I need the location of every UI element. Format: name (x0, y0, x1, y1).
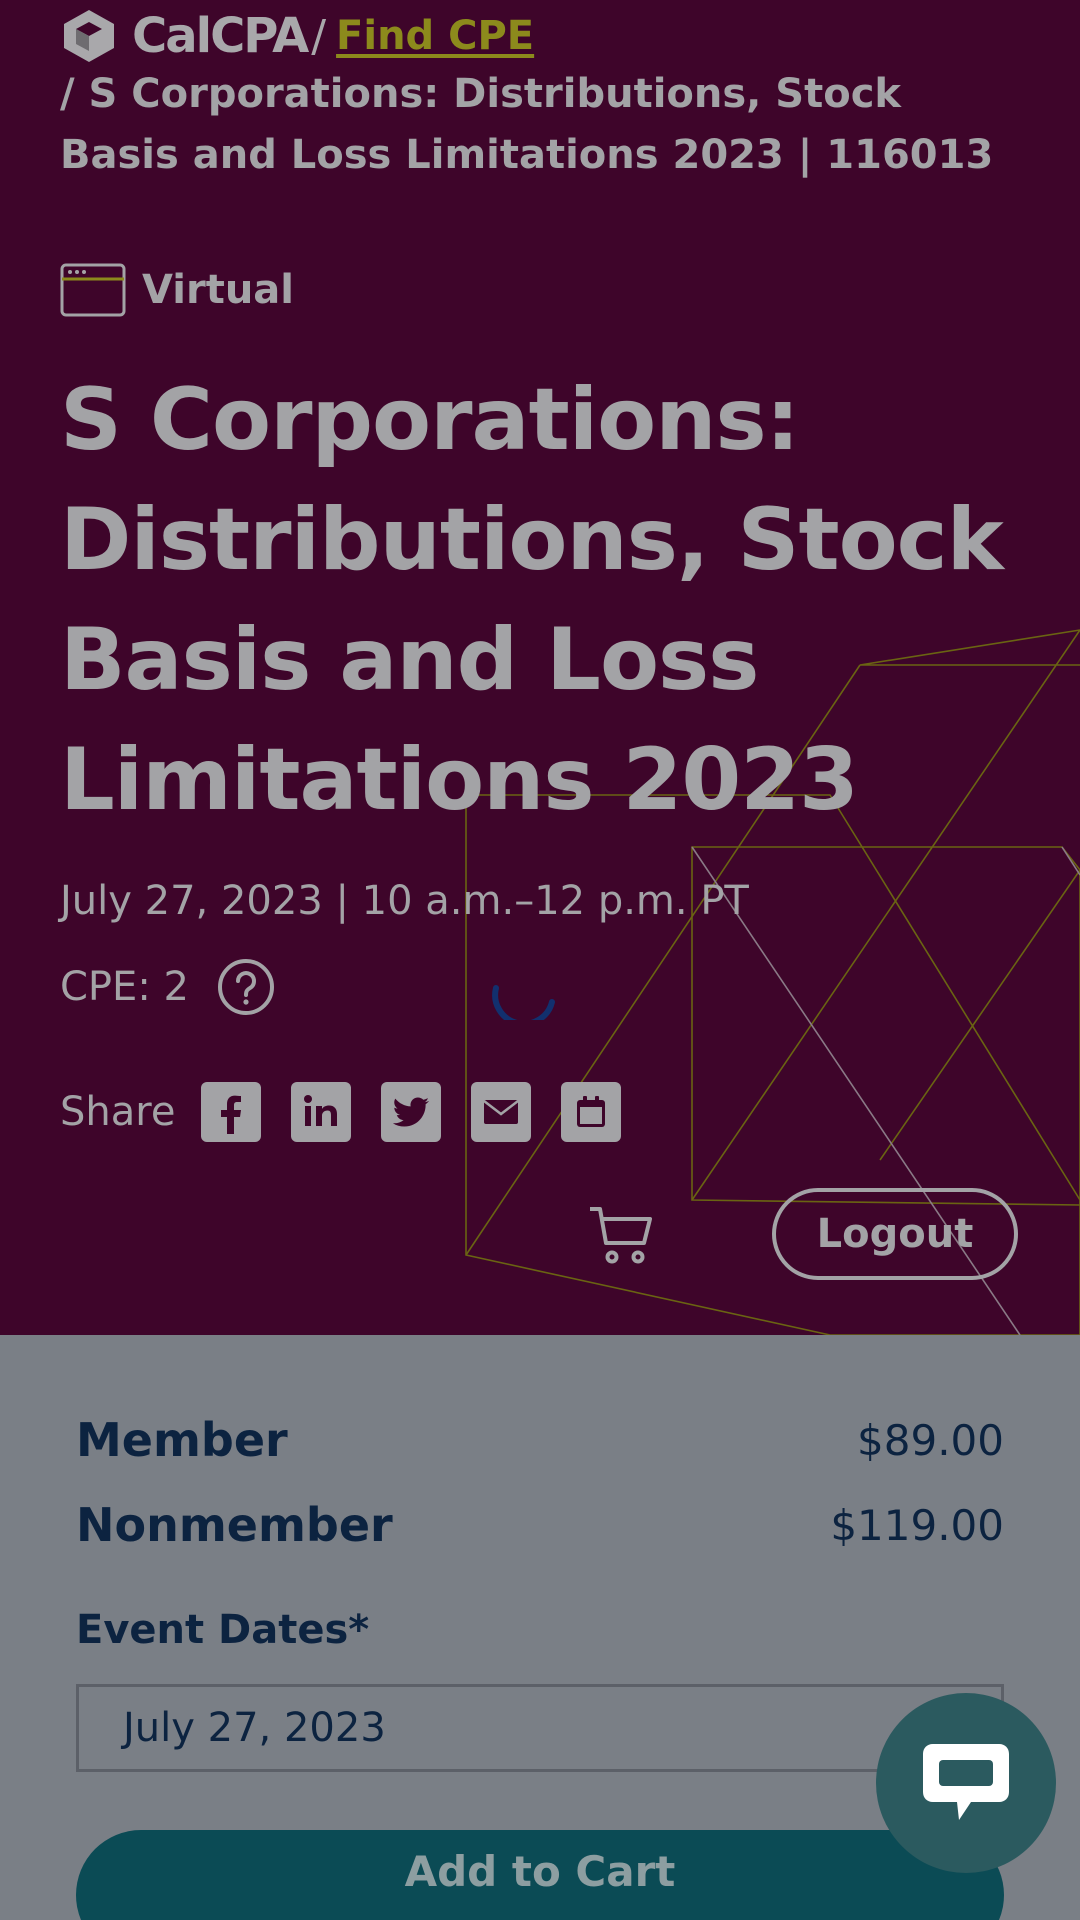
loading-spinner-icon (492, 985, 555, 1020)
add-to-cart-button[interactable]: Add to Cart (76, 1830, 1004, 1920)
facebook-icon (221, 1095, 242, 1134)
chat-bubble-icon (923, 1744, 1009, 1820)
linkedin-icon (304, 1095, 338, 1126)
price-value: $119.00 (830, 1500, 1004, 1550)
browser-window-icon (60, 263, 126, 317)
calcpa-logo-text[interactable]: CalCPA (132, 8, 309, 64)
pricing-table: Member $89.00 Nonmember $119.00 (76, 1405, 1004, 1575)
share-linkedin-button[interactable] (291, 1082, 352, 1142)
cpe-credits: CPE: 2 (60, 958, 275, 1016)
find-cpe-link[interactable]: Find CPE (336, 13, 534, 59)
share-facebook-button[interactable] (201, 1082, 262, 1142)
hero-section: CalCPA / Find CPE / S Corporations: Dist… (0, 0, 1080, 1335)
cart-icon[interactable] (588, 1205, 654, 1265)
email-icon (483, 1100, 520, 1124)
share-bar: Share (60, 1082, 651, 1142)
event-dates-select[interactable]: July 27, 2023 (76, 1684, 1004, 1772)
logout-button[interactable]: Logout (772, 1188, 1018, 1280)
event-dates-selected-value: July 27, 2023 (123, 1705, 386, 1751)
share-label: Share (60, 1089, 176, 1135)
page-title: S Corporations: Distributions, Stock Bas… (60, 370, 1004, 830)
price-label: Member (76, 1413, 288, 1467)
price-label: Nonmember (76, 1498, 393, 1552)
breadcrumb-current-page: / S Corporations: Distributions, Stock B… (60, 71, 994, 178)
question-circle-icon[interactable] (217, 958, 275, 1016)
twitter-icon (393, 1097, 430, 1127)
breadcrumb: CalCPA / Find CPE (60, 6, 534, 66)
breadcrumb-separator: / (311, 10, 327, 62)
price-row-member: Member $89.00 (76, 1405, 1004, 1475)
calendar-icon (577, 1096, 606, 1127)
cpe-credits-label: CPE: 2 (60, 964, 189, 1010)
chat-widget-button[interactable] (876, 1693, 1056, 1873)
share-email-button[interactable] (471, 1082, 532, 1142)
event-format: Virtual (60, 263, 294, 317)
price-value: $89.00 (857, 1415, 1004, 1465)
event-format-label: Virtual (142, 267, 294, 313)
add-to-calendar-button[interactable] (561, 1082, 622, 1142)
event-date-time: July 27, 2023 | 10 a.m.–12 p.m. PT (60, 878, 749, 924)
share-twitter-button[interactable] (381, 1082, 442, 1142)
calcpa-logo-icon (64, 10, 114, 62)
price-row-nonmember: Nonmember $119.00 (76, 1490, 1004, 1560)
event-dates-label: Event Dates* (76, 1607, 370, 1653)
